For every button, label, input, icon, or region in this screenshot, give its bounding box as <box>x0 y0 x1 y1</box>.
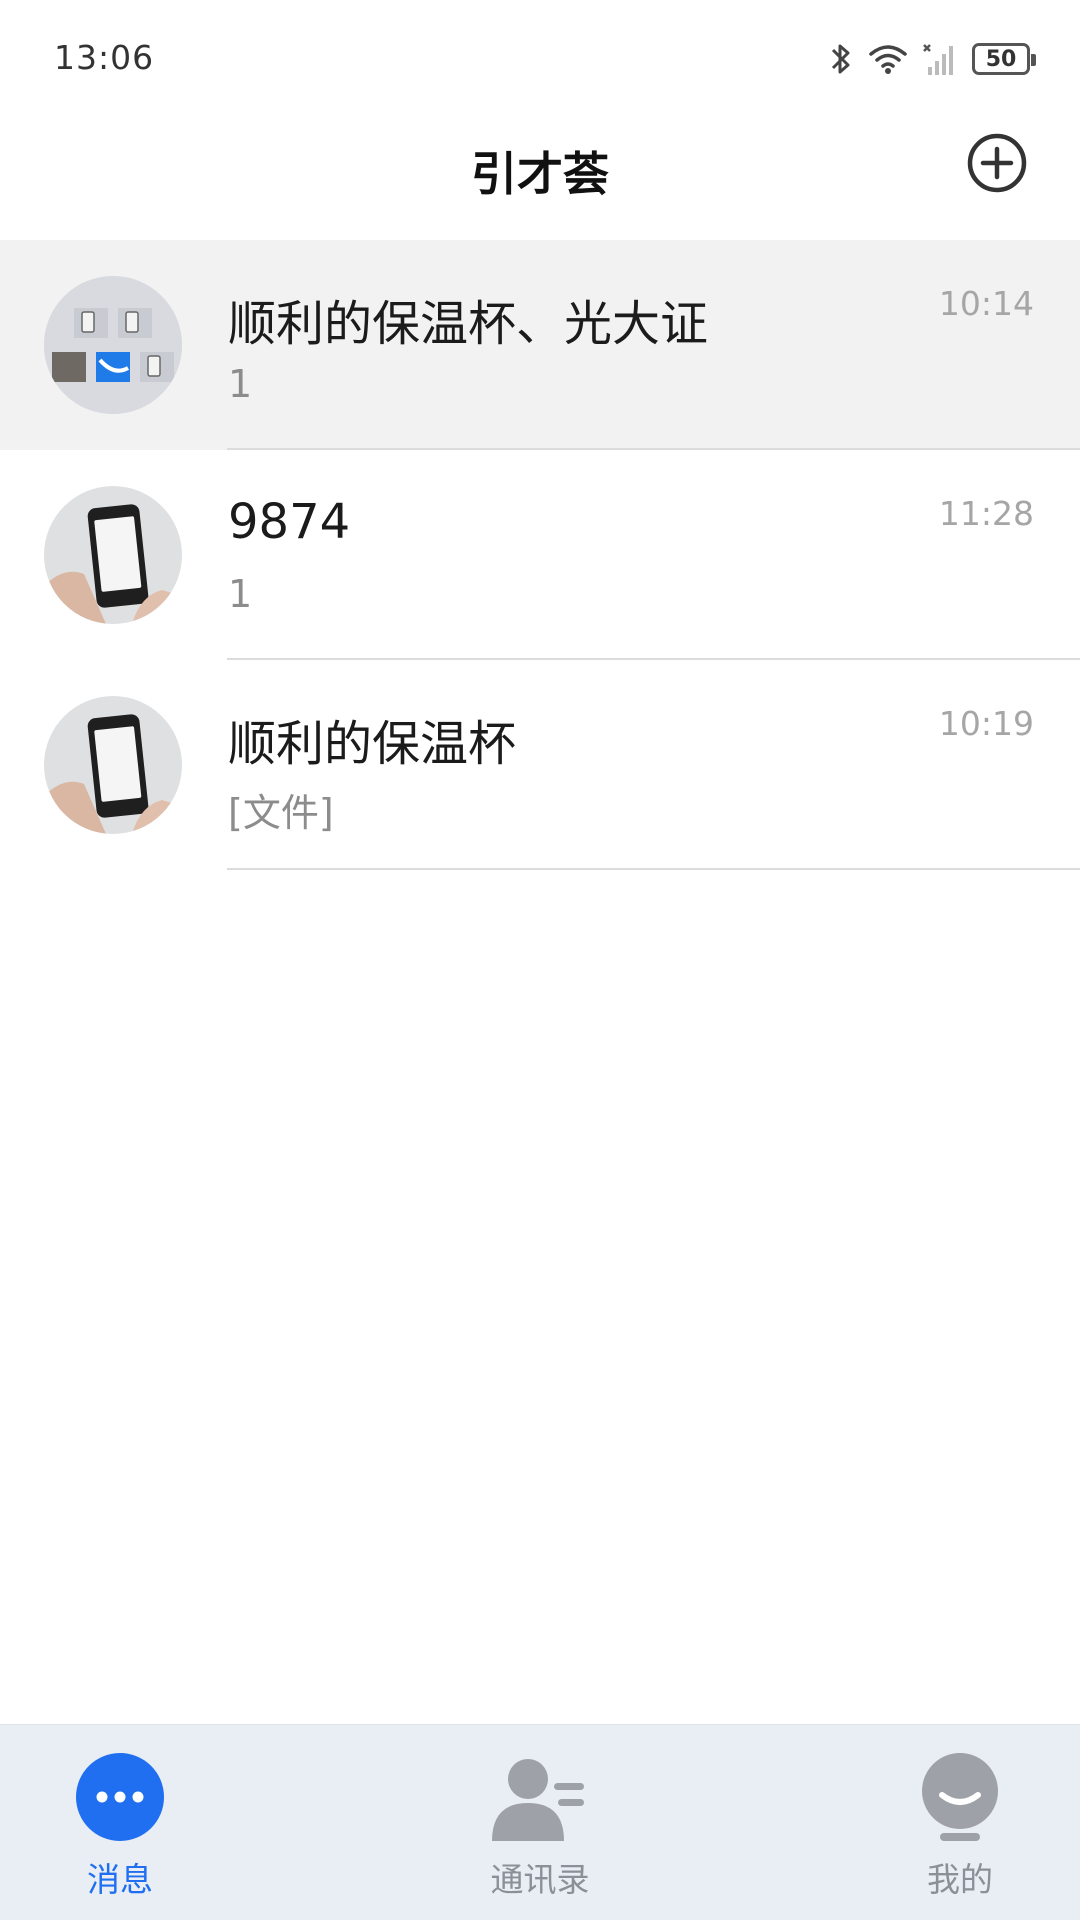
bluetooth-icon <box>831 44 850 74</box>
app-header: 引才荟 <box>0 110 1080 238</box>
conversation-time: 10:14 <box>938 284 1034 323</box>
status-bar: 13:06 50 <box>0 0 1080 110</box>
list-item[interactable]: 9874 1 11:28 <box>0 450 1080 660</box>
list-item[interactable]: 顺利的保温杯 [文件] 10:19 <box>0 660 1080 870</box>
conversation-preview: [文件] <box>228 791 334 835</box>
signal-icon <box>923 44 953 75</box>
tab-label: 消息 <box>87 1860 153 1899</box>
phone-photo-avatar <box>44 486 182 624</box>
chat-bubble-icon <box>76 1753 164 1841</box>
bottom-tab-bar: 消息 通讯录 我的 <box>0 1724 1080 1920</box>
tab-label: 通讯录 <box>490 1860 590 1899</box>
conversation-time: 10:19 <box>938 704 1034 743</box>
tab-contacts[interactable]: 通讯录 <box>440 1725 640 1920</box>
page-title: 引才荟 <box>471 147 609 201</box>
tab-label: 我的 <box>927 1860 993 1899</box>
contacts-icon <box>492 1759 584 1841</box>
conversation-preview: 1 <box>228 572 253 616</box>
group-avatar <box>44 276 182 414</box>
status-icons: 50 <box>828 40 1036 78</box>
conversation-list: 顺利的保温杯、光大证 1 10:14 9874 1 11:28 顺利的保温杯 [… <box>0 240 1080 870</box>
conversation-name: 顺利的保温杯 <box>228 716 517 772</box>
tab-messages[interactable]: 消息 <box>20 1725 220 1920</box>
list-item[interactable]: 顺利的保温杯、光大证 1 10:14 <box>0 240 1080 450</box>
profile-icon <box>922 1753 998 1841</box>
status-time: 13:06 <box>54 38 155 77</box>
conversation-preview: 1 <box>228 362 253 406</box>
wifi-icon <box>869 45 907 74</box>
conversation-time: 11:28 <box>938 494 1034 533</box>
plus-circle-icon[interactable] <box>966 132 1028 194</box>
tab-profile[interactable]: 我的 <box>860 1725 1060 1920</box>
phone-photo-avatar <box>44 696 182 834</box>
conversation-name: 顺利的保温杯、光大证 <box>228 296 709 352</box>
battery-icon: 50 <box>972 43 1036 75</box>
conversation-name: 9874 <box>228 494 351 550</box>
